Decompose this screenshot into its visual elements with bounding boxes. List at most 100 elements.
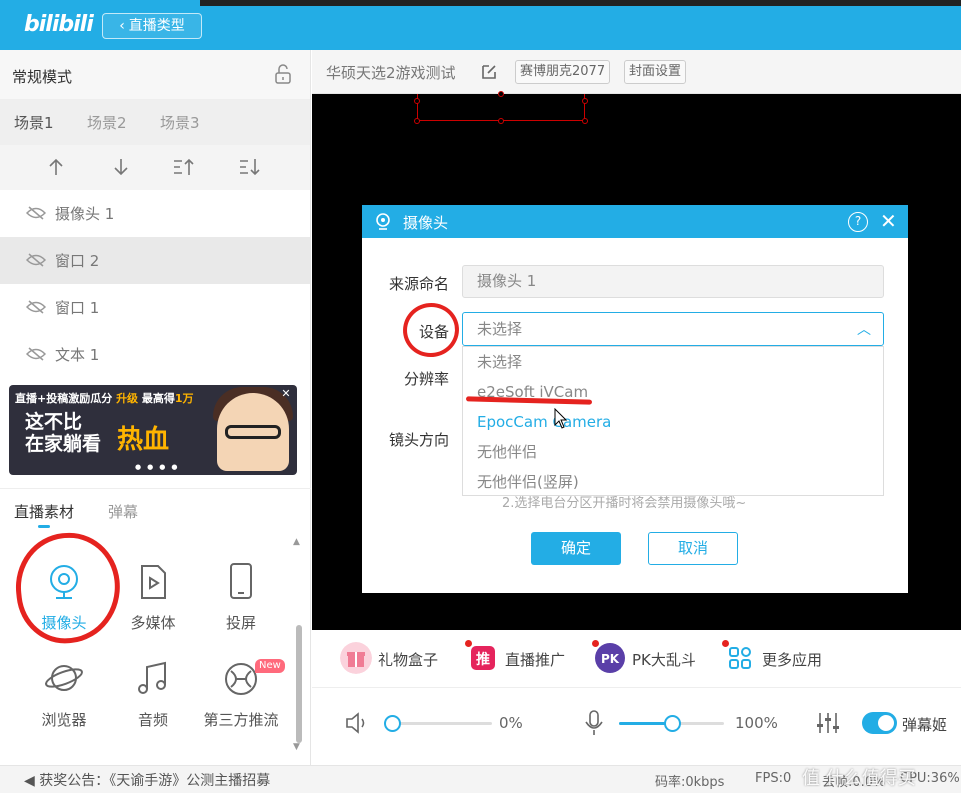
music-note-icon: [138, 661, 166, 694]
source-item[interactable]: 摄像头 1: [0, 190, 310, 237]
edit-icon[interactable]: [480, 63, 498, 81]
source-name-label: 来源命名: [388, 275, 449, 293]
background-photo-strip: [200, 0, 961, 6]
carousel-dots[interactable]: ●●●●: [135, 463, 183, 471]
fps: FPS:0: [755, 771, 792, 786]
unlock-icon[interactable]: [274, 64, 292, 84]
resize-handle[interactable]: [498, 118, 504, 124]
source-item[interactable]: 文本 1: [0, 331, 310, 378]
tile-audio[interactable]: 音频: [113, 659, 193, 749]
slider-knob[interactable]: [384, 715, 401, 732]
device-option[interactable]: 无他伴侣(竖屏): [463, 467, 883, 497]
resize-handle[interactable]: [582, 118, 588, 124]
audio-control-bar: 0% 100% 弹幕姬: [312, 688, 961, 765]
banner-text-a: 这不比: [25, 411, 83, 433]
danmaku-label: 弹幕姬: [902, 716, 948, 734]
active-tab-underline: [38, 525, 50, 528]
speaker-volume-slider[interactable]: [384, 715, 492, 732]
back-to-live-type-button[interactable]: ‹ 直播类型: [102, 13, 202, 39]
promotion-icon: 推: [471, 646, 495, 670]
gift-box-icon: [340, 642, 372, 674]
device-option[interactable]: 无他伴侣: [463, 437, 883, 467]
selection-box[interactable]: [417, 94, 585, 121]
move-up-icon[interactable]: [45, 157, 67, 177]
mode-row: 常规模式: [0, 50, 310, 100]
cancel-button[interactable]: 取消: [648, 532, 738, 565]
danmaku-toggle[interactable]: [862, 712, 897, 734]
resize-handle[interactable]: [414, 98, 420, 104]
hidden-eye-icon[interactable]: [26, 299, 46, 315]
mode-label: 常规模式: [12, 68, 73, 86]
tile-label: 多媒体: [130, 614, 176, 632]
media-file-icon: [141, 565, 166, 599]
planet-icon: [45, 665, 83, 691]
svg-text:PK: PK: [601, 652, 620, 666]
hidden-eye-icon[interactable]: [26, 346, 46, 362]
tile-screen-cast[interactable]: 投屏: [201, 562, 281, 652]
resize-handle[interactable]: [414, 118, 420, 124]
tile-label: 第三方推流: [203, 711, 279, 729]
banner-text: 直播+投稿激励瓜分: [15, 392, 113, 405]
cover-settings-button[interactable]: 封面设置: [624, 60, 687, 84]
tile-third-party-stream[interactable]: New 第三方推流: [201, 659, 285, 749]
banner-upgrade: 升级: [116, 392, 139, 405]
app-label: 礼物盒子: [378, 651, 439, 669]
slider-knob[interactable]: [663, 715, 681, 732]
equalizer-icon[interactable]: [816, 712, 840, 734]
tab-scene-1[interactable]: 场景1: [14, 112, 54, 133]
hidden-eye-icon[interactable]: [26, 252, 46, 268]
scroll-up-arrow[interactable]: ▲: [293, 537, 300, 547]
device-select[interactable]: 未选择 ︿: [462, 312, 884, 346]
mic-volume-value: 100%: [735, 714, 778, 732]
tile-media[interactable]: 多媒体: [113, 562, 193, 652]
app-label: 直播推广: [505, 651, 566, 669]
source-item[interactable]: 窗口 1: [0, 284, 310, 331]
lens-direction-label: 镜头方向: [388, 431, 449, 449]
resize-handle[interactable]: [498, 91, 504, 97]
source-item[interactable]: 窗口 2: [0, 237, 310, 284]
svg-text:推: 推: [476, 651, 490, 668]
tile-browser[interactable]: 浏览器: [24, 659, 104, 749]
source-name-input[interactable]: 摄像头 1: [462, 265, 884, 298]
tab-scene-2[interactable]: 场景2: [87, 112, 127, 133]
scrollbar-thumb[interactable]: [296, 625, 302, 743]
tab-live-material[interactable]: 直播素材: [14, 501, 75, 528]
source-list: 摄像头 1 窗口 2 窗口 1 文本 1: [0, 190, 310, 378]
promo-banner[interactable]: 直播+投稿激励瓜分 升级 最高得1万 这不比 在家躺看 热血 ✕ ●●●●: [9, 385, 297, 475]
resize-handle[interactable]: [582, 98, 588, 104]
dialog-header: 摄像头 ? ✕: [362, 205, 908, 238]
announcement-speaker-icon: ◀: [24, 773, 40, 789]
device-option[interactable]: EpocCam Camera: [463, 407, 883, 437]
category-button[interactable]: 赛博朋克2077: [515, 60, 611, 84]
toggle-knob: [878, 715, 894, 731]
app-label: PK大乱斗: [632, 651, 696, 669]
scroll-down-arrow[interactable]: ▼: [293, 742, 300, 752]
banner-line-2: 这不比 在家躺看: [25, 411, 101, 455]
move-down-icon[interactable]: [110, 157, 132, 177]
banner-highlight: 热血: [117, 425, 170, 455]
hidden-eye-icon[interactable]: [26, 205, 46, 221]
tab-danmaku[interactable]: 弹幕: [108, 501, 138, 522]
pk-icon: PK: [595, 643, 625, 673]
mic-volume-slider[interactable]: [619, 715, 724, 732]
confirm-button[interactable]: 确定: [531, 532, 621, 565]
material-tabs: 直播素材 弹幕: [0, 488, 311, 528]
announcement-text: 获奖公告：《天谕手游》公测主播招募: [39, 773, 271, 789]
help-icon[interactable]: ?: [848, 212, 868, 232]
tab-label: 直播素材: [14, 503, 75, 521]
speaker-icon[interactable]: [345, 712, 371, 734]
chevron-up-icon: ︿: [857, 322, 871, 338]
announcement[interactable]: ◀ 获奖公告：《天谕手游》公测主播招募: [24, 770, 270, 790]
top-bar: bilibili ‹ 直播类型: [0, 0, 961, 50]
banner-text-b: 在家躺看: [25, 433, 102, 455]
move-top-icon[interactable]: [173, 157, 195, 177]
microphone-icon[interactable]: [585, 710, 603, 736]
resolution-label: 分辨率: [403, 370, 449, 388]
room-info-bar: 华硕天选2游戏测试 赛博朋克2077 封面设置: [312, 50, 961, 94]
bilibili-logo: bilibili: [24, 12, 94, 37]
move-bottom-icon[interactable]: [239, 157, 261, 177]
close-icon[interactable]: ✕: [279, 387, 293, 401]
tab-scene-3[interactable]: 场景3: [160, 112, 200, 133]
close-icon[interactable]: ✕: [880, 209, 897, 233]
device-option[interactable]: 未选择: [463, 347, 883, 377]
